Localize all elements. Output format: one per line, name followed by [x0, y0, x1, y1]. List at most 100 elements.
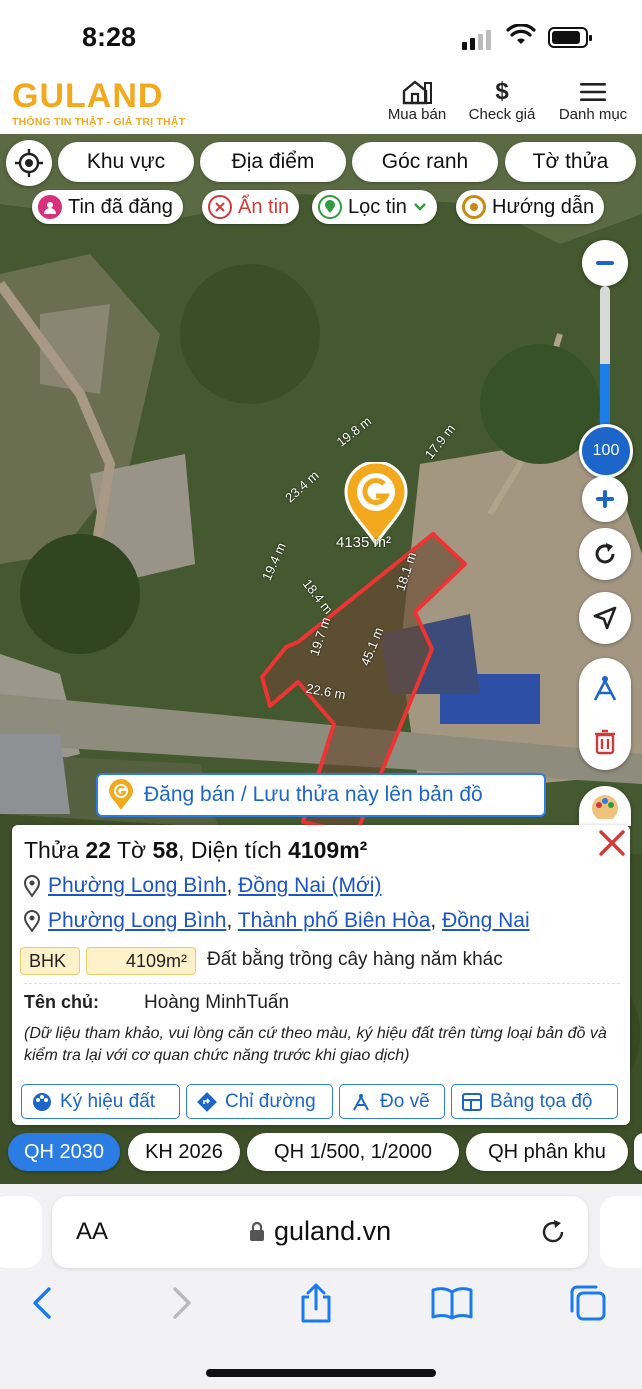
measure-label: Đo vẽ	[380, 1090, 430, 1112]
owner-label: Tên chủ:	[24, 992, 99, 1012]
province-old-link[interactable]: Đồng Nai	[442, 909, 530, 932]
measure-tool-group	[579, 658, 631, 770]
close-panel-icon[interactable]	[596, 827, 628, 859]
chip-dia-diem[interactable]: Địa điểm	[200, 142, 346, 182]
wifi-icon	[506, 24, 536, 44]
tab-qh-phan-khu[interactable]: QH phân khu	[466, 1133, 628, 1171]
check-price-button[interactable]: $ Check giá	[464, 78, 540, 123]
tabs-icon	[570, 1285, 606, 1321]
address-old: Phường Long Bình, Thành phố Biên Hòa, Đồ…	[24, 909, 530, 933]
city-link[interactable]: Thành phố Biên Hòa	[238, 909, 431, 932]
post-banner-label: Đăng bán / Lưu thửa này lên bản đồ	[144, 783, 483, 806]
back-button[interactable]	[18, 1279, 66, 1327]
plot-number: 22	[85, 837, 112, 863]
zoom-slider[interactable]	[600, 286, 610, 428]
area-word: , Diện tích	[178, 837, 282, 863]
home-indicator	[206, 1369, 436, 1377]
land-legend-button[interactable]: Ký hiệu đất	[21, 1084, 180, 1119]
measure-draw-button[interactable]	[579, 662, 631, 714]
delete-drawing-button[interactable]	[579, 716, 631, 768]
directions-button[interactable]: Chỉ đường	[186, 1084, 333, 1119]
zoom-level-badge[interactable]: 100	[579, 424, 633, 478]
post-parcel-banner[interactable]: Đăng bán / Lưu thửa này lên bản đồ	[96, 773, 546, 817]
url-text: guland.vn	[274, 1216, 392, 1246]
posted-listings-button[interactable]: Tin đã đăng	[32, 190, 183, 224]
bookmarks-button[interactable]	[428, 1279, 476, 1327]
filter-listings-dropdown[interactable]: Lọc tin	[312, 190, 437, 224]
coordinate-table-button[interactable]: Bảng tọa độ	[451, 1084, 618, 1119]
chip-to-thua[interactable]: Tờ thửa	[505, 142, 636, 182]
tab-more[interactable]	[634, 1133, 642, 1171]
buy-sell-label: Mua bán	[387, 106, 447, 123]
signal-icon	[462, 30, 491, 50]
ward-old-link[interactable]: Phường Long Bình	[48, 909, 226, 932]
navigate-button[interactable]	[579, 592, 631, 644]
menu-label: Danh mục	[558, 106, 628, 123]
chip-khu-vuc[interactable]: Khu vực	[58, 142, 194, 182]
brand-slogan: THÔNG TIN THẬT - GIÁ TRỊ THẬT	[12, 116, 186, 128]
posted-label: Tin đã đăng	[68, 195, 173, 218]
guland-pin-icon	[109, 779, 133, 810]
land-area-badge: 4109m²	[86, 947, 196, 975]
location-pin-icon	[24, 910, 40, 932]
owner-name: Hoàng MinhTuấn	[144, 992, 290, 1013]
measure-button[interactable]: Đo vẽ	[339, 1084, 445, 1119]
coordinate-table-label: Bảng tọa độ	[490, 1090, 593, 1112]
lock-icon	[250, 1221, 264, 1241]
share-icon	[301, 1283, 331, 1323]
zoom-in-button[interactable]	[582, 476, 628, 522]
hide-label: Ẩn tin	[238, 195, 290, 218]
parcel-area: 4109m²	[288, 837, 368, 863]
land-code-badge: BHK	[20, 947, 80, 975]
check-price-label: Check giá	[468, 106, 536, 123]
trash-icon	[595, 729, 615, 755]
tab-qh-2030[interactable]: QH 2030	[8, 1133, 120, 1171]
province-new-link[interactable]: Đồng Nai (Mới)	[238, 874, 381, 897]
parcel-area-label: 4135 m²	[336, 534, 392, 551]
navigation-arrow-icon	[593, 606, 617, 630]
chevron-left-icon	[33, 1287, 51, 1319]
sheet-number: 58	[152, 837, 179, 863]
filter-label: Lọc tin	[348, 195, 407, 218]
plus-icon	[596, 490, 614, 508]
tabs-button[interactable]	[564, 1279, 612, 1327]
location-filter-icon	[318, 195, 342, 219]
guide-button[interactable]: Hướng dẫn	[456, 190, 605, 224]
forward-button[interactable]	[158, 1279, 206, 1327]
refresh-button[interactable]	[579, 528, 631, 580]
reload-icon[interactable]	[538, 1217, 568, 1247]
crosshair-icon	[15, 149, 43, 177]
palette-icon	[592, 795, 618, 819]
book-icon	[431, 1287, 473, 1320]
previous-tab-edge[interactable]	[0, 1196, 42, 1268]
divider	[24, 983, 620, 984]
posted-icon	[38, 195, 62, 219]
play-circle-icon	[462, 195, 486, 219]
battery-icon	[548, 27, 592, 48]
table-icon	[462, 1092, 482, 1111]
zoom-out-button[interactable]	[582, 240, 628, 286]
land-legend-label: Ký hiệu đất	[60, 1090, 156, 1112]
chip-goc-ranh[interactable]: Góc ranh	[352, 142, 498, 182]
next-tab-edge[interactable]	[600, 1196, 642, 1268]
land-description: Đất bằng trồng cây hàng năm khác	[207, 949, 503, 970]
locate-me-button[interactable]	[6, 140, 52, 186]
tab-kh-2026[interactable]: KH 2026	[128, 1133, 240, 1171]
menu-button[interactable]: Danh mục	[554, 78, 632, 123]
palette-icon	[33, 1092, 51, 1111]
compass-draw-icon	[353, 1093, 369, 1110]
logo[interactable]: GULAND THÔNG TIN THẬT - GIÁ TRỊ THẬT	[12, 78, 185, 128]
buy-sell-button[interactable]: Mua bán	[384, 78, 450, 123]
house-icon	[384, 78, 450, 106]
directions-label: Chỉ đường	[225, 1090, 316, 1112]
tab-qh-1-500[interactable]: QH 1/500, 1/2000	[247, 1133, 459, 1171]
guide-label: Hướng dẫn	[492, 195, 595, 218]
share-button[interactable]	[292, 1279, 340, 1327]
dollar-icon: $	[495, 78, 509, 105]
hide-listings-button[interactable]: Ẩn tin	[202, 190, 300, 224]
chevron-down-icon	[414, 203, 426, 211]
reader-settings-button[interactable]: AA	[76, 1218, 108, 1246]
ward-link[interactable]: Phường Long Bình	[48, 874, 226, 897]
address-bar[interactable]: AA guland.vn	[52, 1196, 588, 1268]
parcel-info-panel: Thửa 22 Tờ 58, Diện tích 4109m² Phường L…	[12, 825, 630, 1125]
